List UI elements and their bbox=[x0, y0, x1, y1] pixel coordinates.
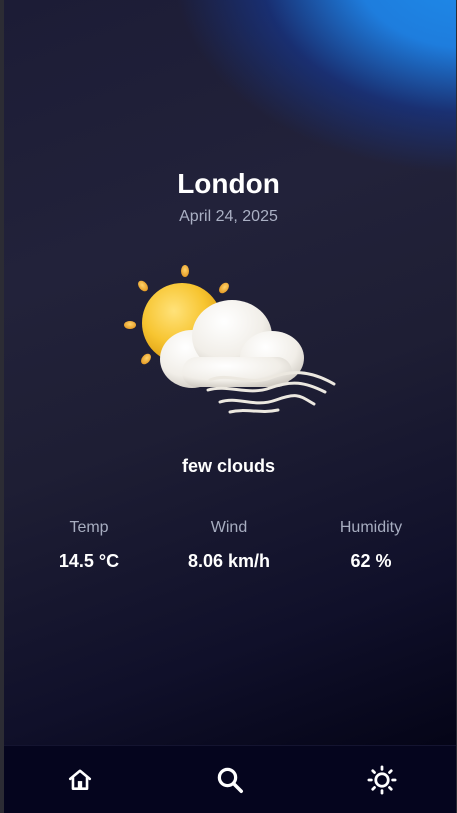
stat-label-wind: Wind bbox=[210, 519, 248, 536]
nav-theme-button[interactable] bbox=[366, 764, 398, 796]
few-clouds-icon bbox=[120, 262, 345, 422]
nav-search-button[interactable] bbox=[214, 764, 246, 796]
stat-label-humidity: Humidity bbox=[339, 519, 403, 536]
location-header: London April 24, 2025 bbox=[0, 166, 457, 226]
weather-screen: London April 24, 2025 few clouds Temp 14… bbox=[0, 0, 457, 813]
stat-value-wind: 8.06 km/h bbox=[187, 551, 271, 571]
bottom-nav-bar bbox=[4, 745, 456, 813]
stat-label-temp: Temp bbox=[69, 519, 109, 536]
city-name: London bbox=[177, 168, 280, 199]
nav-home-button[interactable] bbox=[64, 764, 96, 796]
current-date: April 24, 2025 bbox=[179, 208, 278, 225]
weather-condition: few clouds bbox=[181, 456, 275, 476]
stat-wind: Wind 8.06 km/h bbox=[159, 519, 299, 572]
stat-temp: Temp 14.5 °C bbox=[19, 519, 159, 572]
stat-humidity: Humidity 62 % bbox=[301, 519, 441, 572]
frame-left-edge bbox=[0, 0, 4, 813]
stat-value-humidity: 62 % bbox=[350, 551, 392, 571]
home-icon bbox=[68, 769, 92, 790]
stat-value-temp: 14.5 °C bbox=[58, 551, 120, 571]
search-icon bbox=[217, 767, 243, 793]
sun-icon bbox=[367, 765, 397, 795]
